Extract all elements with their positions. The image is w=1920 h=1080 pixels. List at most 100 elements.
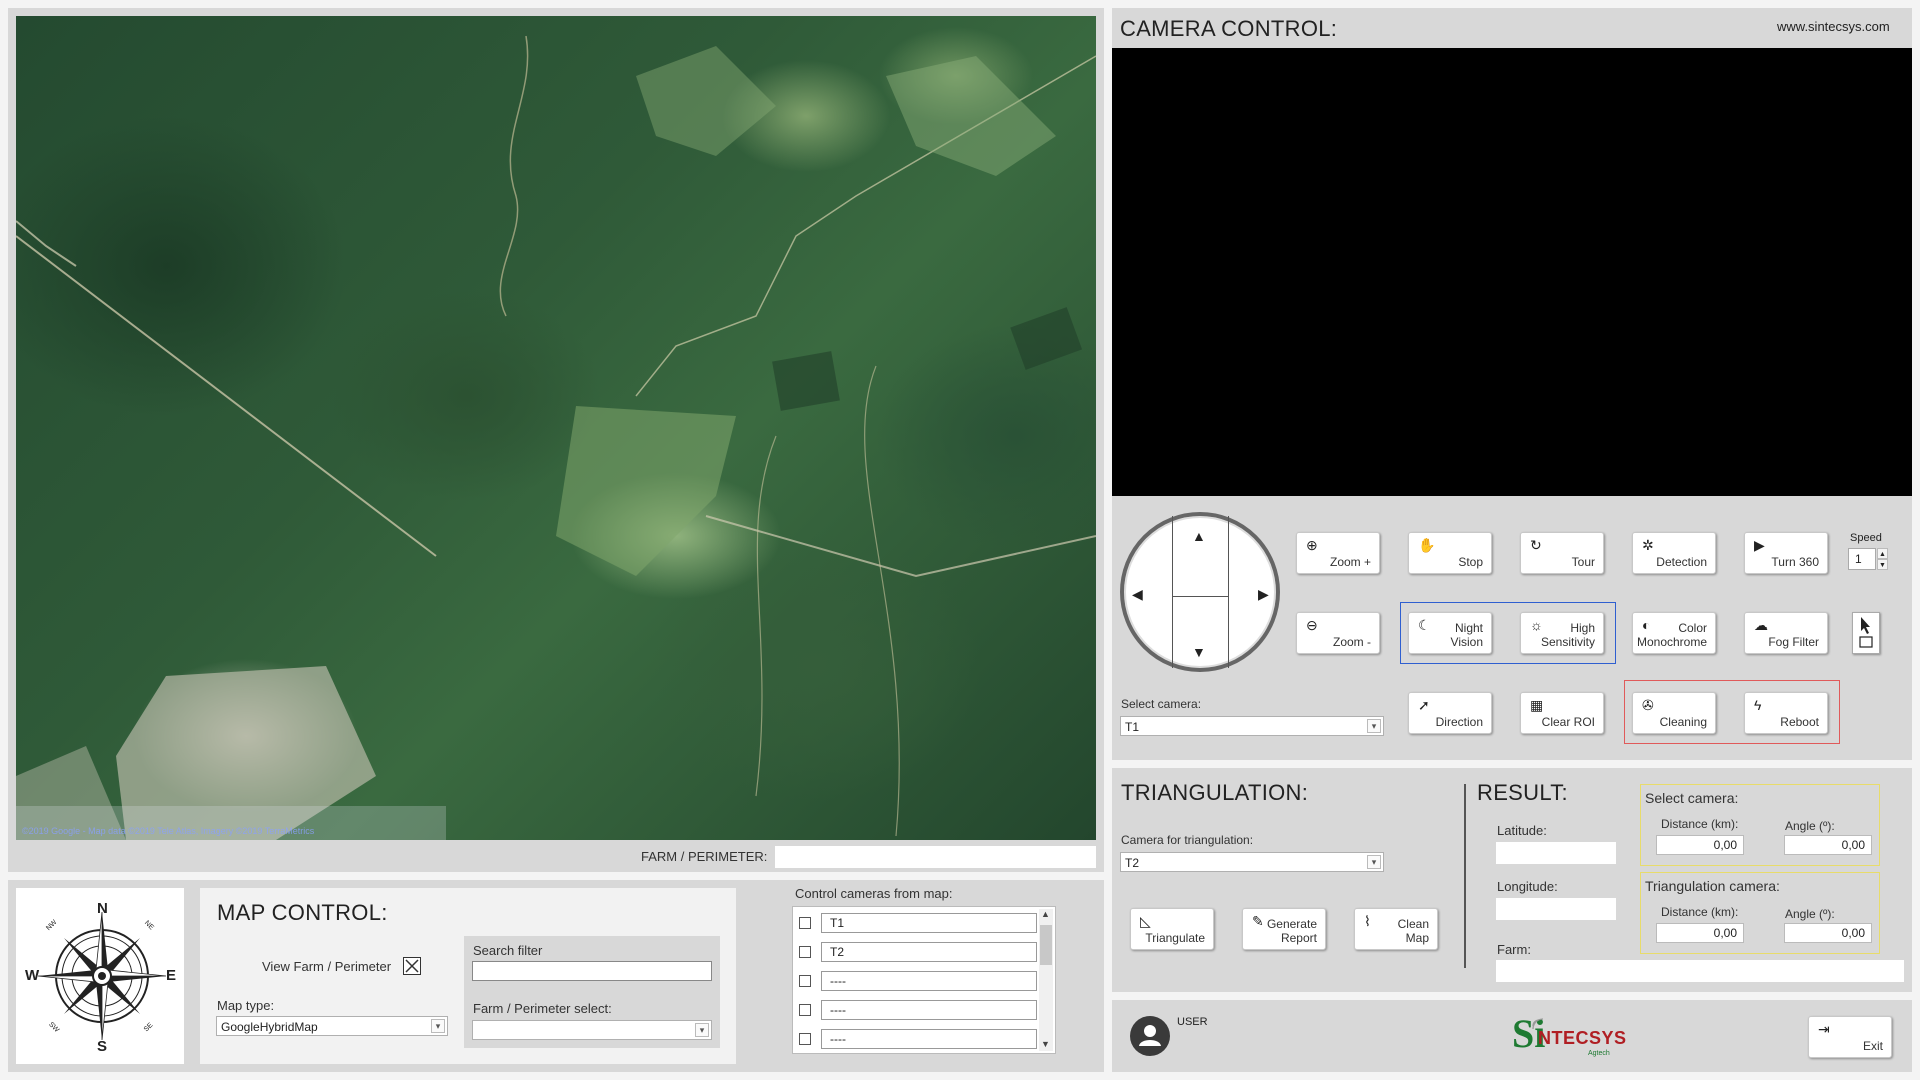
check-x-icon xyxy=(405,959,419,973)
stop-button[interactable]: ✋ Stop xyxy=(1408,532,1492,574)
night-vision-button[interactable]: ☾ Night Vision xyxy=(1408,612,1492,654)
list-scrollbar[interactable]: ▲ ▼ xyxy=(1039,909,1053,1051)
tri-angle-label: Angle (º): xyxy=(1785,907,1835,921)
tri-camera-label: Camera for triangulation: xyxy=(1121,833,1254,847)
detection-button[interactable]: ✲ Detection xyxy=(1632,532,1716,574)
search-filter-input[interactable] xyxy=(472,961,712,981)
scroll-thumb[interactable] xyxy=(1040,925,1052,965)
result-farm-field[interactable] xyxy=(1496,960,1904,982)
clean-map-button[interactable]: ⌇ Clean Map xyxy=(1354,908,1438,950)
tour-button[interactable]: ↻ Tour xyxy=(1520,532,1604,574)
map-credit: ©2019 Google - Map data ©2019 Tele Atlas… xyxy=(22,826,315,836)
camera-check-label: ---- xyxy=(821,971,1037,991)
camera-check-row[interactable]: ---- xyxy=(799,1029,1039,1049)
speed-down-icon[interactable]: ▼ xyxy=(1877,559,1888,570)
fog-filter-button[interactable]: ☁ Fog Filter xyxy=(1744,612,1828,654)
cleaning-label: Cleaning xyxy=(1659,715,1707,729)
tri-camera-dropdown[interactable]: T2 ▾ xyxy=(1120,852,1384,872)
exit-button[interactable]: ⇥ Exit xyxy=(1808,1016,1892,1058)
longitude-label: Longitude: xyxy=(1497,879,1558,894)
lightning-icon: ϟ xyxy=(1754,697,1762,713)
zoom-in-icon: ⊕ xyxy=(1306,537,1318,553)
camera-checkbox[interactable] xyxy=(799,946,811,958)
camera-check-row[interactable]: T1 xyxy=(799,913,1039,933)
color-monochrome-button[interactable]: ◐ Color Monochrome xyxy=(1632,612,1716,654)
zoom-in-button[interactable]: ⊕ Zoom + xyxy=(1296,532,1380,574)
chevron-down-icon[interactable]: ▾ xyxy=(695,1023,709,1037)
satellite-map[interactable]: ©2019 Google - Map data ©2019 Tele Atlas… xyxy=(16,16,1096,840)
camera-check-row[interactable]: ---- xyxy=(799,971,1039,991)
search-filter-label: Search filter xyxy=(473,943,543,958)
speed-stepper[interactable]: 1 ▲ ▼ xyxy=(1848,548,1888,570)
map-type-value: GoogleHybridMap xyxy=(221,1020,318,1034)
view-farm-checkbox[interactable] xyxy=(403,957,421,975)
tri-distance-label: Distance (km): xyxy=(1661,905,1739,919)
triangulation-title: TRIANGULATION: xyxy=(1121,780,1309,805)
scroll-down-icon[interactable]: ▼ xyxy=(1041,1039,1050,1049)
tri-angle-field[interactable]: 0,00 xyxy=(1784,923,1872,943)
select-camera-dropdown[interactable]: T1 ▾ xyxy=(1120,716,1384,736)
chevron-down-icon[interactable]: ▾ xyxy=(1367,855,1381,869)
direction-button[interactable]: ➚ Direction xyxy=(1408,692,1492,734)
camera-check-row[interactable]: T2 xyxy=(799,942,1039,962)
brush-icon: ✇ xyxy=(1642,697,1654,713)
camera-checkbox[interactable] xyxy=(799,917,811,929)
tri-distance-field[interactable]: 0,00 xyxy=(1656,923,1744,943)
broom-icon: ⌇ xyxy=(1364,913,1371,929)
scroll-up-icon[interactable]: ▲ xyxy=(1041,909,1050,919)
camera-checkbox[interactable] xyxy=(799,975,811,987)
chevron-down-icon[interactable]: ▾ xyxy=(431,1019,445,1033)
exit-door-icon: ⇥ xyxy=(1818,1021,1830,1037)
tri-camera-value: T2 xyxy=(1125,856,1140,870)
cursor-select-icon xyxy=(1859,617,1873,648)
generate-report-label: Generate Report xyxy=(1266,917,1317,945)
fog-filter-label: Fog Filter xyxy=(1768,635,1819,649)
longitude-field[interactable] xyxy=(1496,898,1616,920)
speed-up-icon[interactable]: ▲ xyxy=(1877,548,1888,559)
triangulate-button[interactable]: ◺ Triangulate xyxy=(1130,908,1214,950)
camera-checkbox[interactable] xyxy=(799,1004,811,1016)
high-sensitivity-button[interactable]: ☼ High Sensitivity xyxy=(1520,612,1604,654)
camera-check-label: T1 xyxy=(821,913,1037,933)
compass-n: N xyxy=(97,900,108,917)
latitude-field[interactable] xyxy=(1496,842,1616,864)
select-camera-label: Select camera: xyxy=(1121,697,1202,711)
speed-label: Speed xyxy=(1850,532,1882,544)
triangle-ruler-icon: ◺ xyxy=(1140,913,1151,929)
ptz-down-icon[interactable]: ▼ xyxy=(1192,644,1206,660)
sel-angle-field[interactable]: 0,00 xyxy=(1784,835,1872,855)
map-features xyxy=(16,35,1096,840)
reboot-label: Reboot xyxy=(1780,715,1819,729)
select-region-button[interactable] xyxy=(1852,612,1880,654)
map-type-select[interactable]: GoogleHybridMap ▾ xyxy=(216,1016,448,1036)
cleaning-button[interactable]: ✇ Cleaning xyxy=(1632,692,1716,734)
clear-roi-button[interactable]: ▦ Clear ROI xyxy=(1520,692,1604,734)
ptz-joystick[interactable]: ▲ ▼ ◀ ▶ xyxy=(1120,512,1280,672)
ptz-left-icon[interactable]: ◀ xyxy=(1132,586,1143,603)
sel-distance-field[interactable]: 0,00 xyxy=(1656,835,1744,855)
farm-select[interactable]: ▾ xyxy=(472,1020,712,1040)
ptz-vline xyxy=(1172,516,1173,668)
speed-value[interactable]: 1 xyxy=(1848,548,1876,570)
sintecsys-logo: Si NTECSYS Agtech xyxy=(1512,1012,1626,1060)
result-farm-label: Farm: xyxy=(1497,942,1531,957)
website-link[interactable]: www.sintecsys.com xyxy=(1777,19,1890,34)
ptz-right-icon[interactable]: ▶ xyxy=(1258,586,1269,603)
turn-360-button[interactable]: ▶ Turn 360 xyxy=(1744,532,1828,574)
camera-checkbox[interactable] xyxy=(799,1033,811,1045)
chevron-down-icon[interactable]: ▾ xyxy=(1367,719,1381,733)
user-name: USER xyxy=(1177,1016,1208,1028)
sel-distance-label: Distance (km): xyxy=(1661,817,1739,831)
reboot-button[interactable]: ϟ Reboot xyxy=(1744,692,1828,734)
generate-report-button[interactable]: ✎ Generate Report xyxy=(1242,908,1326,950)
farm-perimeter-field[interactable] xyxy=(775,846,1096,868)
exit-label: Exit xyxy=(1862,1039,1883,1053)
ptz-up-icon[interactable]: ▲ xyxy=(1192,528,1206,544)
compass-s: S xyxy=(97,1038,108,1055)
tri-camera-result-title: Triangulation camera: xyxy=(1645,878,1780,894)
user-avatar[interactable] xyxy=(1130,1016,1170,1056)
camera-check-row[interactable]: ---- xyxy=(799,1000,1039,1020)
zoom-out-button[interactable]: ⊖ Zoom - xyxy=(1296,612,1380,654)
camera-check-label: ---- xyxy=(821,1000,1037,1020)
hand-icon: ✋ xyxy=(1418,537,1436,553)
